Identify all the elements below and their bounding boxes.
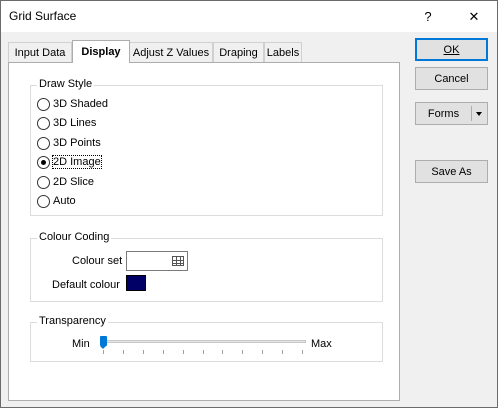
colour-coding-title: Colour Coding <box>37 231 112 243</box>
radio-3d-lines[interactable]: 3D Lines <box>37 115 96 131</box>
grid-browse-icon[interactable] <box>172 256 184 266</box>
forms-label: Forms <box>427 107 460 120</box>
radio-button[interactable] <box>37 175 50 189</box>
display-tab-panel: Draw Style 3D Shaded 3D Lines 3D Points … <box>8 62 400 401</box>
radio-label: 2D Slice <box>53 176 94 188</box>
slider-tick <box>182 350 184 354</box>
window-title: Grid Surface <box>9 9 77 23</box>
default-colour-swatch[interactable] <box>126 275 146 291</box>
draw-style-title: Draw Style <box>37 78 95 90</box>
slider-tick <box>202 350 204 354</box>
cancel-button[interactable]: Cancel <box>415 67 488 90</box>
cancel-label: Cancel <box>434 72 469 85</box>
tab-display[interactable]: Display <box>72 40 130 63</box>
radio-button[interactable] <box>37 194 50 208</box>
tab-draping[interactable]: Draping <box>213 42 264 62</box>
default-colour-label: Default colour <box>52 279 120 291</box>
help-button[interactable]: ? <box>405 1 451 32</box>
colour-set-label: Colour set <box>72 255 123 267</box>
radio-label: 3D Points <box>53 137 101 149</box>
radio-button-selected[interactable] <box>37 155 50 169</box>
close-icon: ✕ <box>468 8 480 24</box>
radio-button[interactable] <box>37 136 50 150</box>
slider-track <box>100 340 306 343</box>
grid-surface-dialog: Grid Surface ? ✕ Input Data Display Adju… <box>0 0 498 408</box>
slider-tick <box>222 350 224 354</box>
radio-label: 2D Image <box>52 155 102 169</box>
slider-tick <box>162 350 164 354</box>
tab-label: Labels <box>266 46 300 59</box>
slider-tick <box>142 350 144 354</box>
save-as-button[interactable]: Save As <box>415 160 488 183</box>
radio-label: 3D Lines <box>53 117 97 129</box>
slider-tick <box>302 350 303 354</box>
colour-set-field[interactable] <box>126 251 188 271</box>
tab-label: Display <box>81 46 121 58</box>
ok-button[interactable]: OK <box>415 38 488 61</box>
draw-style-group: Draw Style 3D Shaded 3D Lines 3D Points … <box>30 78 383 216</box>
dropdown-arrow-icon[interactable] <box>476 112 482 116</box>
radio-button[interactable] <box>37 116 50 130</box>
radio-button[interactable] <box>37 97 50 111</box>
tab-adjust-z-values[interactable]: Adjust Z Values <box>129 42 213 62</box>
close-button[interactable]: ✕ <box>451 1 497 32</box>
radio-3d-points[interactable]: 3D Points <box>37 135 101 151</box>
radio-3d-shaded[interactable]: 3D Shaded <box>37 96 108 112</box>
colour-coding-group: Colour Coding Colour set Default colour <box>30 231 383 302</box>
radio-label: Auto <box>53 195 76 207</box>
title-bar: Grid Surface ? ✕ <box>1 1 497 32</box>
radio-2d-image[interactable]: 2D Image <box>37 154 102 170</box>
tab-label: Input Data <box>14 46 66 59</box>
save-as-label: Save As <box>431 165 472 178</box>
tab-input-data[interactable]: Input Data <box>8 42 72 62</box>
transparency-slider[interactable] <box>100 335 306 357</box>
tab-label: Adjust Z Values <box>132 46 210 59</box>
radio-label: 3D Shaded <box>53 98 109 110</box>
slider-tick <box>103 350 104 354</box>
slider-tick <box>242 350 244 354</box>
transparency-min-label: Min <box>72 338 90 350</box>
transparency-max-label: Max <box>311 338 332 350</box>
tab-labels[interactable]: Labels <box>264 42 302 62</box>
help-icon: ? <box>424 9 432 24</box>
ok-label: OK <box>443 43 460 56</box>
slider-tick <box>122 350 124 354</box>
slider-tick <box>262 350 264 354</box>
radio-auto[interactable]: Auto <box>37 193 76 209</box>
forms-separator <box>471 106 472 121</box>
radio-2d-slice[interactable]: 2D Slice <box>37 174 94 190</box>
slider-tick <box>282 350 284 354</box>
slider-thumb[interactable] <box>100 336 107 349</box>
transparency-group: Transparency Min Max <box>30 315 383 362</box>
transparency-title: Transparency <box>37 315 108 327</box>
tab-label: Draping <box>219 46 258 59</box>
forms-button[interactable]: Forms <box>415 102 488 125</box>
